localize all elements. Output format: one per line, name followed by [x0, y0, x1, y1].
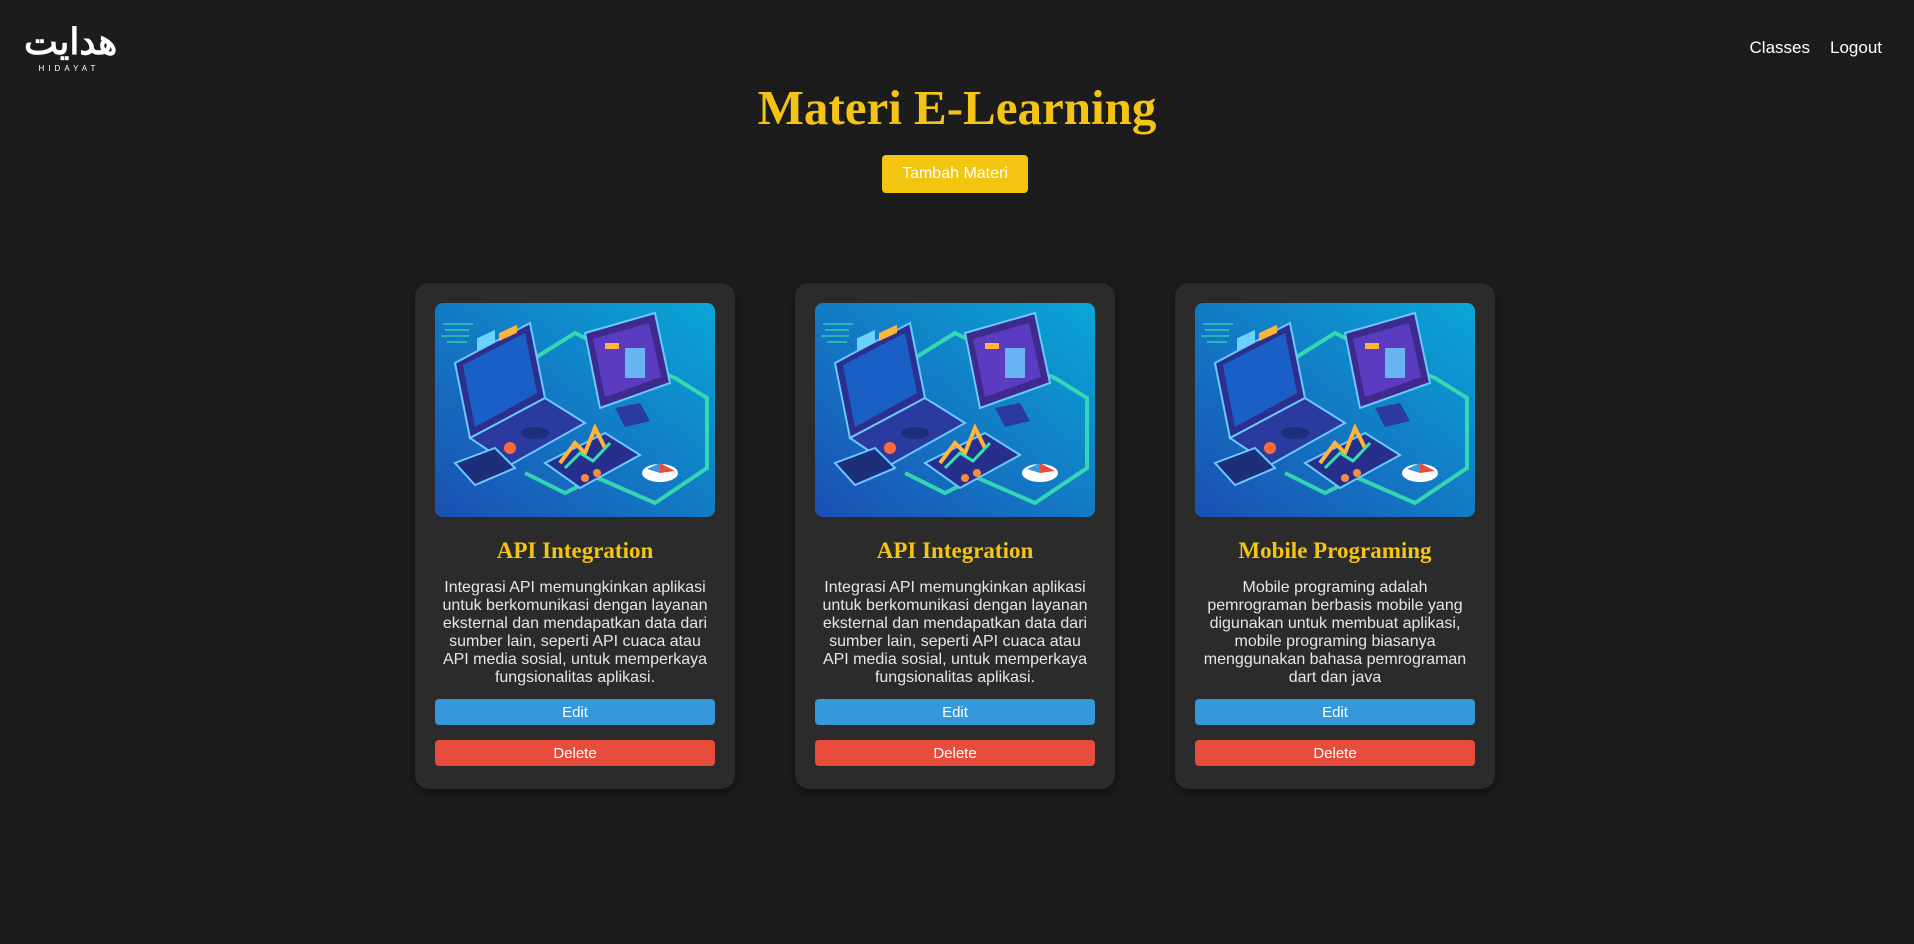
delete-button[interactable]: Delete [815, 740, 1095, 766]
card-description: Mobile programing adalah pemrograman ber… [1203, 579, 1467, 686]
nav-link-classes[interactable]: Classes [1750, 38, 1810, 58]
material-card: API Integration Integrasi API memungkink… [795, 283, 1115, 789]
edit-button[interactable]: Edit [1195, 699, 1475, 725]
card-description: Integrasi API memungkinkan aplikasi untu… [822, 579, 1088, 686]
material-card: API Integration Integrasi API memungkink… [415, 283, 735, 789]
page-title: Materi E-Learning [757, 80, 1157, 135]
card-illustration-icon [1195, 303, 1475, 517]
card-title: API Integration [496, 538, 654, 563]
edit-button[interactable]: Edit [815, 699, 1095, 725]
page: هدايت HIDAYAT Classes Logout Materi E-Le… [0, 0, 1914, 944]
card-list: API Integration Integrasi API memungkink… [415, 283, 1495, 789]
card-illustration-icon [815, 303, 1095, 517]
logo[interactable]: هدايت HIDAYAT [24, 21, 118, 78]
card-title: Mobile Programing [1238, 538, 1432, 563]
logo-arabic-text: هدايت [24, 21, 118, 63]
material-card: Mobile Programing Mobile programing adal… [1175, 283, 1495, 789]
delete-button[interactable]: Delete [435, 740, 715, 766]
card-illustration-icon [435, 303, 715, 517]
top-nav: Classes Logout [1750, 38, 1882, 58]
nav-link-logout[interactable]: Logout [1830, 38, 1882, 58]
add-material-button[interactable]: Tambah Materi [882, 155, 1028, 193]
delete-button[interactable]: Delete [1195, 740, 1475, 766]
logo-latin-text: HIDAYAT [38, 64, 100, 73]
card-title: API Integration [876, 538, 1034, 563]
edit-button[interactable]: Edit [435, 699, 715, 725]
card-description: Integrasi API memungkinkan aplikasi untu… [442, 579, 708, 686]
